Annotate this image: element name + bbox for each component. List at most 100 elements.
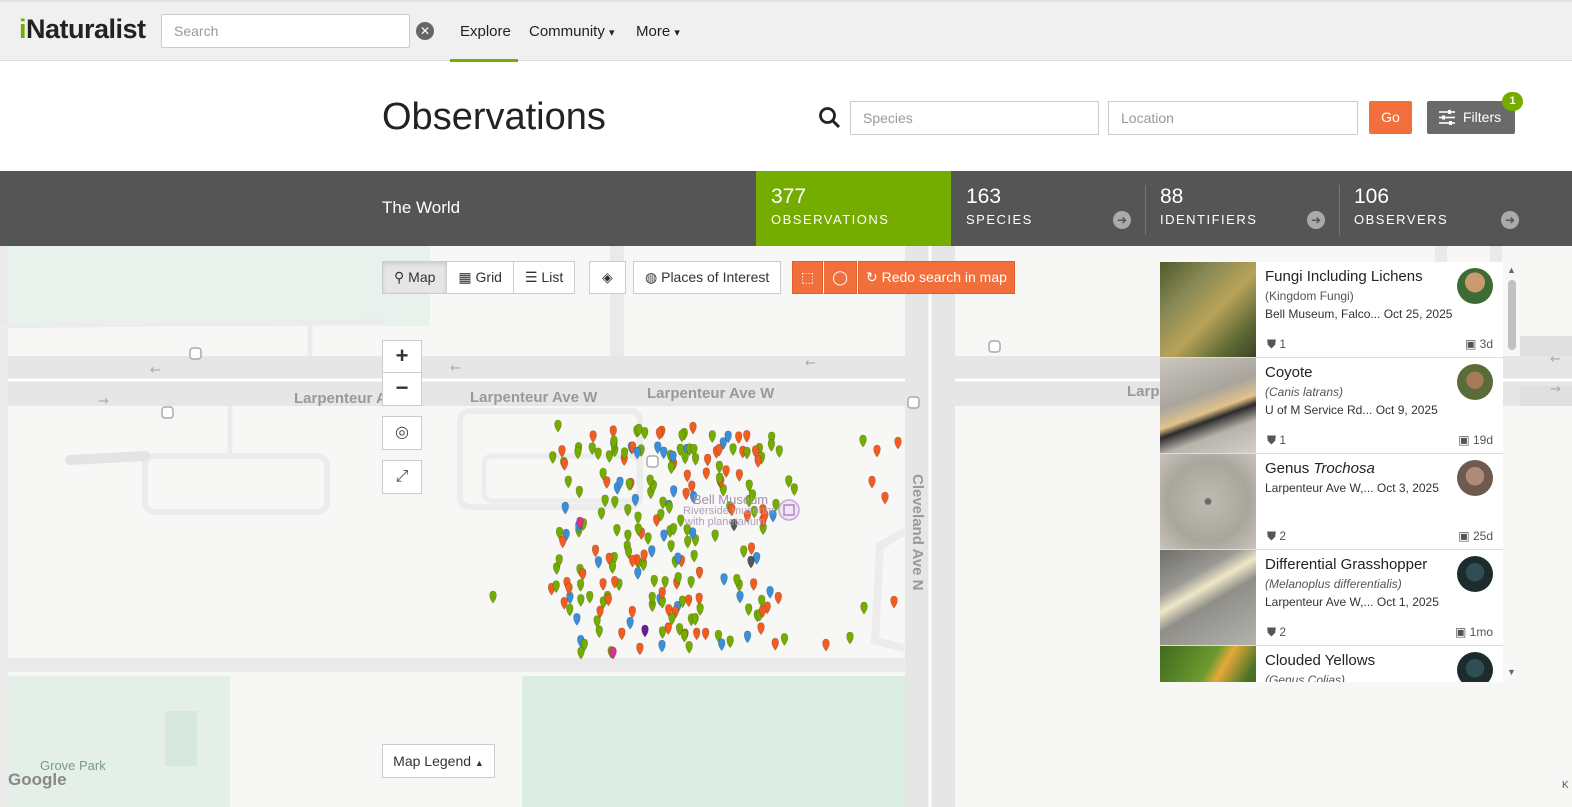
list-item[interactable]: Fungi Including Lichens (Kingdom Fungi) … — [1160, 262, 1503, 358]
observation-marker[interactable] — [554, 419, 562, 433]
observation-photo[interactable] — [1160, 358, 1256, 453]
observation-marker[interactable] — [735, 431, 743, 445]
observation-marker[interactable] — [718, 638, 726, 652]
nav-community[interactable]: Community ▾ — [529, 23, 615, 40]
observation-marker[interactable] — [743, 446, 751, 460]
observation-marker[interactable] — [560, 458, 569, 471]
observation-marker[interactable] — [658, 639, 666, 653]
observation-marker[interactable] — [775, 445, 783, 459]
observation-marker[interactable] — [894, 436, 902, 450]
circle-draw-button[interactable]: ◯ — [823, 261, 857, 294]
observation-marker[interactable] — [868, 475, 876, 489]
clear-search-icon[interactable]: ✕ — [416, 22, 434, 40]
tab-identifiers[interactable]: 88 IDENTIFIERS ➜ — [1145, 171, 1339, 246]
observation-marker[interactable] — [586, 590, 594, 604]
observation-marker[interactable] — [605, 450, 614, 463]
zoom-out-button[interactable]: − — [383, 373, 421, 405]
observation-name[interactable]: Fungi Including Lichens — [1265, 268, 1455, 285]
observation-photo[interactable] — [1160, 550, 1256, 645]
tab-observations[interactable]: 377 OBSERVATIONS — [756, 171, 951, 246]
list-item[interactable]: Differential Grasshopper (Melanoplus dif… — [1160, 550, 1503, 646]
observation-marker[interactable] — [757, 622, 765, 636]
observation-marker[interactable] — [690, 549, 698, 563]
list-scrollbar[interactable]: ▲ ▼ — [1506, 262, 1518, 682]
observation-marker[interactable] — [682, 487, 690, 501]
observation-marker[interactable] — [708, 430, 716, 443]
observation-marker[interactable] — [561, 501, 569, 515]
observation-marker[interactable] — [747, 555, 755, 569]
observation-marker[interactable] — [681, 451, 689, 465]
observation-marker[interactable] — [658, 626, 667, 640]
list-item[interactable]: Genus Trochosa Larpenteur Ave W,... Oct … — [1160, 454, 1503, 550]
observation-marker[interactable] — [594, 556, 603, 569]
avatar[interactable] — [1457, 268, 1493, 304]
observation-marker[interactable] — [771, 637, 779, 651]
observation-photo[interactable] — [1160, 262, 1256, 357]
observation-name[interactable]: Clouded Yellows — [1265, 652, 1455, 669]
observation-marker[interactable] — [780, 633, 789, 646]
avatar[interactable] — [1457, 460, 1493, 496]
observation-marker[interactable] — [559, 535, 567, 549]
observation-photo[interactable] — [1160, 454, 1256, 549]
observation-marker[interactable] — [641, 624, 649, 638]
observation-marker[interactable] — [766, 585, 774, 599]
observation-marker[interactable] — [859, 434, 867, 448]
species-input[interactable]: Species — [850, 101, 1099, 135]
observation-marker[interactable] — [722, 465, 730, 479]
observation-marker[interactable] — [685, 594, 693, 608]
observation-marker[interactable] — [489, 590, 497, 604]
observation-marker[interactable] — [650, 574, 658, 588]
observation-marker[interactable] — [576, 579, 585, 592]
observation-marker[interactable] — [703, 453, 712, 467]
observation-marker[interactable] — [747, 542, 756, 556]
rectangle-draw-button[interactable]: ⬚ — [792, 261, 824, 294]
observation-marker[interactable] — [774, 591, 782, 605]
observation-marker[interactable] — [873, 444, 881, 458]
observation-marker[interactable] — [566, 603, 574, 617]
observation-marker[interactable] — [890, 595, 898, 609]
site-search-input[interactable]: Search — [161, 14, 410, 48]
observation-name[interactable]: Genus Trochosa — [1265, 460, 1455, 477]
observation-marker[interactable] — [680, 629, 688, 643]
inaturalist-logo[interactable]: iNaturalist — [19, 14, 146, 45]
observation-marker[interactable] — [744, 603, 753, 617]
fullscreen-button[interactable]: ⤢ — [382, 460, 422, 494]
list-item[interactable]: Coyote (Canis latrans) U of M Service Rd… — [1160, 358, 1503, 454]
avatar[interactable] — [1457, 364, 1493, 400]
observation-marker[interactable] — [740, 545, 748, 559]
observation-marker[interactable] — [695, 566, 704, 580]
observation-marker[interactable] — [860, 601, 868, 615]
observation-marker[interactable] — [720, 573, 728, 586]
observation-marker[interactable] — [729, 443, 737, 456]
observation-marker[interactable] — [624, 529, 632, 543]
list-view-button[interactable]: ☰ List — [513, 261, 576, 294]
observation-marker[interactable] — [597, 507, 606, 521]
nav-more[interactable]: More ▾ — [636, 23, 680, 40]
avatar[interactable] — [1457, 652, 1493, 682]
zoom-in-button[interactable]: + — [383, 341, 421, 373]
map-view-button[interactable]: ⚲ Map — [382, 261, 448, 294]
scroll-down-icon[interactable]: ▼ — [1507, 667, 1516, 677]
observation-marker[interactable] — [549, 451, 557, 464]
observation-marker[interactable] — [822, 638, 830, 652]
observation-marker[interactable] — [687, 576, 695, 589]
observation-marker[interactable] — [599, 578, 607, 591]
observation-marker[interactable] — [736, 590, 744, 604]
observation-marker[interactable] — [589, 430, 597, 444]
observation-marker[interactable] — [683, 469, 692, 483]
observation-marker[interactable] — [726, 635, 734, 649]
observation-marker[interactable] — [579, 568, 587, 581]
observation-marker[interactable] — [665, 501, 673, 515]
current-location-button[interactable]: ◎ — [382, 416, 422, 450]
observation-marker[interactable] — [591, 544, 600, 558]
observation-marker[interactable] — [634, 567, 642, 580]
observation-photo[interactable] — [1160, 646, 1256, 682]
observation-marker[interactable] — [634, 511, 642, 525]
observation-marker[interactable] — [660, 529, 668, 543]
observation-marker[interactable] — [715, 460, 724, 474]
tab-observers[interactable]: 106 OBSERVERS ➜ — [1339, 171, 1533, 246]
observation-marker[interactable] — [735, 469, 744, 482]
observation-marker[interactable] — [626, 616, 634, 630]
nav-explore[interactable]: Explore — [460, 23, 511, 40]
observation-marker[interactable] — [608, 561, 617, 574]
